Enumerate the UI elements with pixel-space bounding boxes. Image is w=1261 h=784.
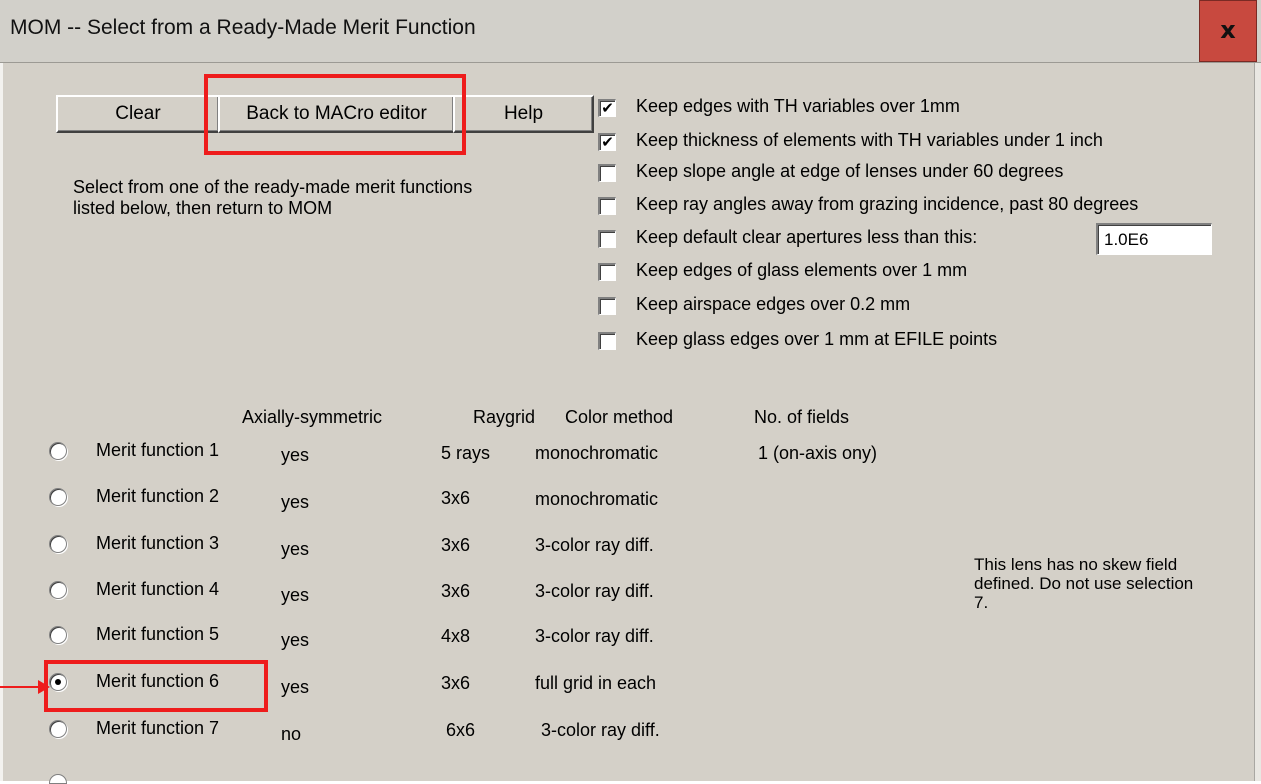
title-bar: MOM -- Select from a Ready-Made Merit Fu… — [0, 0, 1261, 63]
cell-raygrid: 3x6 — [441, 535, 471, 555]
highlight-box-merit-function-6 — [44, 660, 268, 712]
instruction-text: Select from one of the ready-made merit … — [73, 177, 473, 218]
header-no-of-fields: No. of fields — [754, 407, 850, 427]
radio-button[interactable] — [49, 626, 67, 644]
cell-color-method: 3-color ray diff. — [535, 626, 654, 646]
cell-raygrid: 3x6 — [441, 673, 471, 693]
checkbox-label: Keep thickness of elements with TH varia… — [636, 130, 1103, 150]
option-label: Merit function 7 — [96, 718, 220, 738]
pointer-arrow-line — [0, 686, 40, 688]
radio-button[interactable] — [49, 488, 67, 506]
window-title: MOM -- Select from a Ready-Made Merit Fu… — [10, 16, 476, 39]
help-button[interactable]: Help — [453, 95, 594, 133]
option-label: Merit function 3 — [96, 533, 220, 553]
clear-aperture-input[interactable]: 1.0E6 — [1096, 223, 1212, 255]
checkbox[interactable] — [598, 332, 616, 350]
checkbox-label: Keep edges of glass elements over 1 mm — [636, 260, 968, 280]
cell-axial: yes — [281, 585, 310, 605]
checkbox-checked[interactable]: ✔ — [598, 133, 616, 151]
checkbox-label: Keep default clear apertures less than t… — [636, 227, 978, 247]
highlight-box-back-button — [204, 74, 466, 155]
option-label: Merit function 4 — [96, 579, 220, 599]
option-label: Merit function 2 — [96, 486, 220, 506]
option-label: Merit function 5 — [96, 624, 220, 644]
radio-button[interactable] — [49, 581, 67, 599]
checkbox[interactable] — [598, 197, 616, 215]
cell-color-method: 3-color ray diff. — [535, 581, 654, 601]
cell-color-method: 3-color ray diff. — [535, 535, 654, 555]
cell-axial: yes — [281, 445, 310, 465]
left-border — [0, 63, 3, 781]
cell-raygrid: 3x6 — [441, 581, 471, 601]
checkbox[interactable] — [598, 164, 616, 182]
cell-color-method: monochromatic — [535, 489, 659, 509]
cell-color-method: 3-color ray diff. — [541, 720, 660, 740]
skew-field-note: This lens has no skew field defined. Do … — [974, 555, 1194, 612]
cell-raygrid: 4x8 — [441, 626, 471, 646]
cell-raygrid: 3x6 — [441, 488, 471, 508]
cell-raygrid: 6x6 — [446, 720, 476, 740]
dialog-window: MOM -- Select from a Ready-Made Merit Fu… — [0, 0, 1261, 784]
header-raygrid: Raygrid — [473, 407, 536, 427]
cell-color-method: monochromatic — [535, 443, 659, 463]
checkbox-label: Keep airspace edges over 0.2 mm — [636, 294, 911, 314]
clear-button[interactable]: Clear — [56, 95, 220, 133]
right-border — [1254, 63, 1261, 781]
cell-axial: yes — [281, 677, 310, 697]
checkbox-label: Keep slope angle at edge of lenses under… — [636, 161, 1064, 181]
cell-axial: yes — [281, 539, 310, 559]
pointer-arrow-head — [38, 680, 50, 694]
checkbox-label: Keep edges with TH variables over 1mm — [636, 96, 960, 116]
checkbox[interactable] — [598, 263, 616, 281]
cell-raygrid: 5 rays — [441, 443, 491, 463]
cell-axial: yes — [281, 630, 310, 650]
header-axially-symmetric: Axially-symmetric — [242, 407, 383, 427]
radio-button[interactable] — [49, 442, 67, 460]
checkbox[interactable] — [598, 230, 616, 248]
close-button[interactable]: x — [1199, 0, 1257, 62]
cell-axial: no — [281, 724, 302, 744]
checkbox-label: Keep ray angles away from grazing incide… — [636, 194, 1139, 214]
cell-color-method: full grid in each — [535, 673, 657, 693]
cell-fields: 1 (on-axis ony) — [758, 443, 878, 463]
radio-button[interactable] — [49, 720, 67, 738]
checkbox-checked[interactable]: ✔ — [598, 99, 616, 117]
cell-axial: yes — [281, 492, 310, 512]
radio-button[interactable] — [49, 535, 67, 553]
checkbox-label: Keep glass edges over 1 mm at EFILE poin… — [636, 329, 998, 349]
header-color-method: Color method — [565, 407, 674, 427]
option-label: Merit function 1 — [96, 440, 220, 460]
checkbox[interactable] — [598, 297, 616, 315]
